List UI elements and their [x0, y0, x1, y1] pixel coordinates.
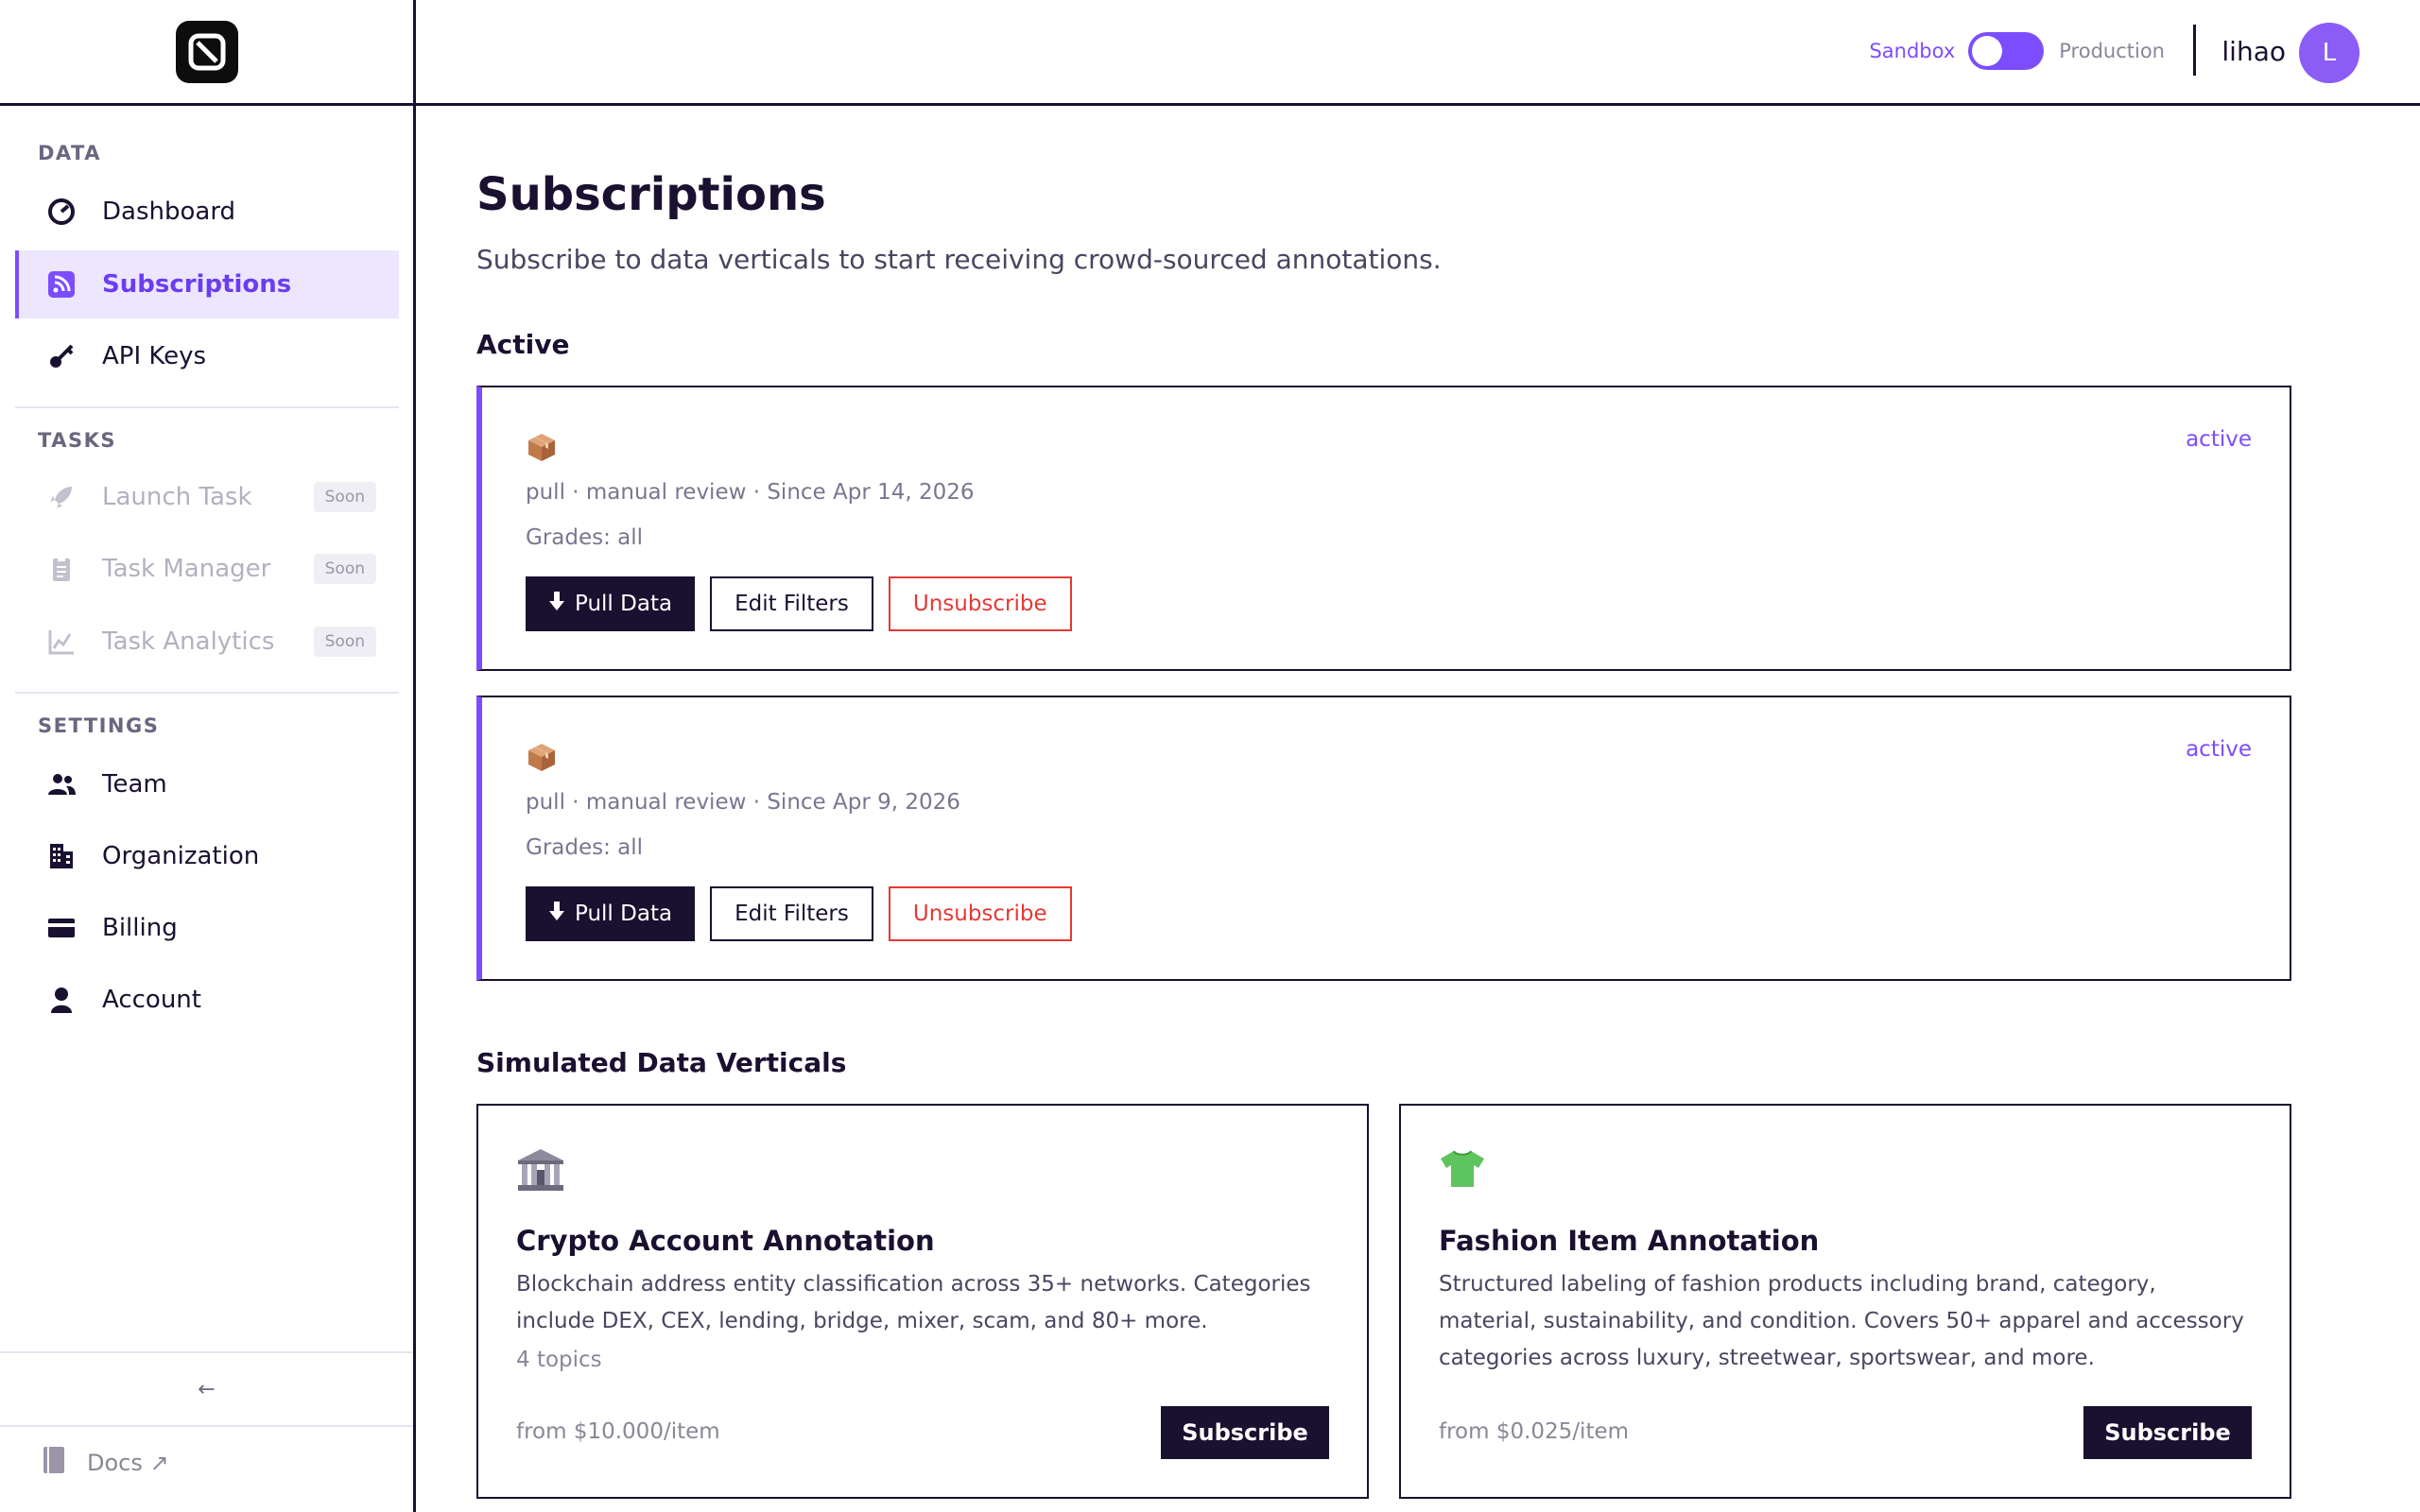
- sidebar-item-account[interactable]: Account: [15, 966, 399, 1034]
- sidebar-item-label: Subscriptions: [102, 270, 292, 299]
- unsubscribe-button[interactable]: Unsubscribe: [888, 886, 1072, 941]
- bank-icon: [516, 1147, 565, 1196]
- env-production-label: Production: [2059, 40, 2165, 62]
- soon-badge: Soon: [313, 554, 376, 584]
- env-sandbox-label: Sandbox: [1869, 40, 1956, 62]
- sidebar-item-label: Task Manager: [102, 555, 271, 583]
- sidebar-item-api-keys[interactable]: API Keys: [15, 322, 399, 390]
- subscribe-button[interactable]: Subscribe: [2083, 1406, 2252, 1459]
- user-icon: [47, 986, 76, 1014]
- vertical-description: Structured labeling of fashion products …: [1439, 1272, 2244, 1370]
- vertical-title: Fashion Item Annotation: [1439, 1225, 1820, 1257]
- package-icon: [526, 741, 558, 777]
- sidebar-item-label: Team: [102, 770, 167, 799]
- arrow-down-icon: [548, 591, 565, 617]
- book-icon: [42, 1446, 66, 1480]
- soon-badge: Soon: [313, 627, 376, 657]
- subscription-actions: Pull Data Edit Filters Unsubscribe: [526, 576, 1072, 631]
- environment-switch: Sandbox Production: [1869, 32, 2165, 70]
- rss-icon: [47, 270, 76, 299]
- chart-line-icon: [47, 627, 76, 656]
- unsubscribe-button[interactable]: Unsubscribe: [888, 576, 1072, 631]
- section-label-tasks: TASKS: [38, 429, 116, 452]
- docs-link[interactable]: Docs ↗: [42, 1446, 169, 1480]
- sidebar-item-task-manager: Task Manager Soon: [15, 535, 399, 603]
- building-icon: [47, 842, 76, 870]
- sidebar-item-task-analytics: Task Analytics Soon: [15, 608, 399, 676]
- sidebar-item-label: API Keys: [102, 342, 207, 370]
- soon-badge: Soon: [313, 482, 376, 512]
- pull-data-label: Pull Data: [575, 592, 673, 616]
- sidebar-item-dashboard[interactable]: Dashboard: [15, 178, 399, 246]
- subscribe-button[interactable]: Subscribe: [1161, 1406, 1329, 1459]
- subscription-meta: pull · manual review · Since Apr 9, 2026: [526, 790, 960, 815]
- top-header: Sandbox Production lihao L: [416, 0, 2420, 106]
- gauge-icon: [47, 198, 76, 226]
- page-subtitle: Subscribe to data verticals to start rec…: [476, 244, 1442, 275]
- divider: [15, 692, 399, 694]
- sidebar-item-label: Task Analytics: [102, 627, 275, 656]
- vertical-card: Fashion Item Annotation Structured label…: [1399, 1104, 2291, 1499]
- sidebar-item-label: Account: [102, 986, 201, 1014]
- sidebar-item-organization[interactable]: Organization: [15, 822, 399, 890]
- environment-toggle[interactable]: [1968, 32, 2045, 70]
- sidebar-item-label: Billing: [102, 914, 178, 942]
- rocket-icon: [47, 483, 76, 511]
- toggle-knob: [1972, 36, 2003, 66]
- pull-data-button[interactable]: Pull Data: [526, 886, 696, 941]
- subscription-card: active pull · manual review · Since Apr …: [476, 386, 2291, 671]
- subscription-meta: pull · manual review · Since Apr 14, 202…: [526, 480, 975, 505]
- edit-filters-button[interactable]: Edit Filters: [710, 576, 873, 631]
- sidebar-item-label: Organization: [102, 842, 260, 870]
- verticals-heading: Simulated Data Verticals: [476, 1047, 847, 1078]
- sidebar-item-launch-task: Launch Task Soon: [15, 463, 399, 531]
- pull-data-button[interactable]: Pull Data: [526, 576, 696, 631]
- vertical-topics: 4 topics: [516, 1348, 602, 1372]
- vertical-card: Crypto Account Annotation Blockchain add…: [476, 1104, 1369, 1499]
- sidebar-item-label: Launch Task: [102, 483, 252, 511]
- credit-card-icon: [47, 914, 76, 942]
- sidebar-item-label: Dashboard: [102, 198, 236, 226]
- sidebar: DATA Dashboard Subscriptions API Keys TA…: [0, 0, 416, 1512]
- subscription-grades: Grades: all: [526, 525, 644, 550]
- username[interactable]: lihao: [2221, 36, 2286, 67]
- section-label-data: DATA: [38, 142, 102, 164]
- key-icon: [47, 342, 76, 370]
- clipboard-icon: [47, 555, 76, 583]
- app-logo[interactable]: [175, 20, 238, 83]
- page-title: Subscriptions: [476, 168, 826, 221]
- users-icon: [47, 770, 76, 799]
- vertical-title: Crypto Account Annotation: [516, 1225, 935, 1257]
- subscription-grades: Grades: all: [526, 835, 644, 860]
- section-label-settings: SETTINGS: [38, 714, 160, 737]
- subscription-actions: Pull Data Edit Filters Unsubscribe: [526, 886, 1072, 941]
- sidebar-item-billing[interactable]: Billing: [15, 894, 399, 962]
- arrow-down-icon: [548, 901, 565, 927]
- docs-label: Docs ↗: [87, 1450, 169, 1476]
- divider: [15, 406, 399, 408]
- vertical-price: from $0.025/item: [1439, 1419, 1630, 1444]
- tshirt-icon: [1439, 1147, 1486, 1193]
- package-icon: [526, 431, 558, 467]
- avatar[interactable]: L: [2299, 23, 2360, 83]
- vertical-price: from $10.000/item: [516, 1419, 720, 1444]
- pull-data-label: Pull Data: [575, 902, 673, 926]
- sidebar-item-team[interactable]: Team: [15, 750, 399, 818]
- status-badge: active: [2186, 427, 2252, 452]
- subscription-card: active pull · manual review · Since Apr …: [476, 696, 2291, 981]
- active-heading: Active: [476, 329, 570, 360]
- logo-area: [0, 0, 413, 106]
- edit-filters-button[interactable]: Edit Filters: [710, 886, 873, 941]
- collapse-sidebar-button[interactable]: ←: [0, 1351, 413, 1427]
- sidebar-item-subscriptions[interactable]: Subscriptions: [15, 250, 399, 318]
- header-divider: [2193, 25, 2196, 76]
- arrow-left-icon: ←: [198, 1377, 216, 1401]
- vertical-description: Blockchain address entity classification…: [516, 1272, 1311, 1333]
- status-badge: active: [2186, 737, 2252, 762]
